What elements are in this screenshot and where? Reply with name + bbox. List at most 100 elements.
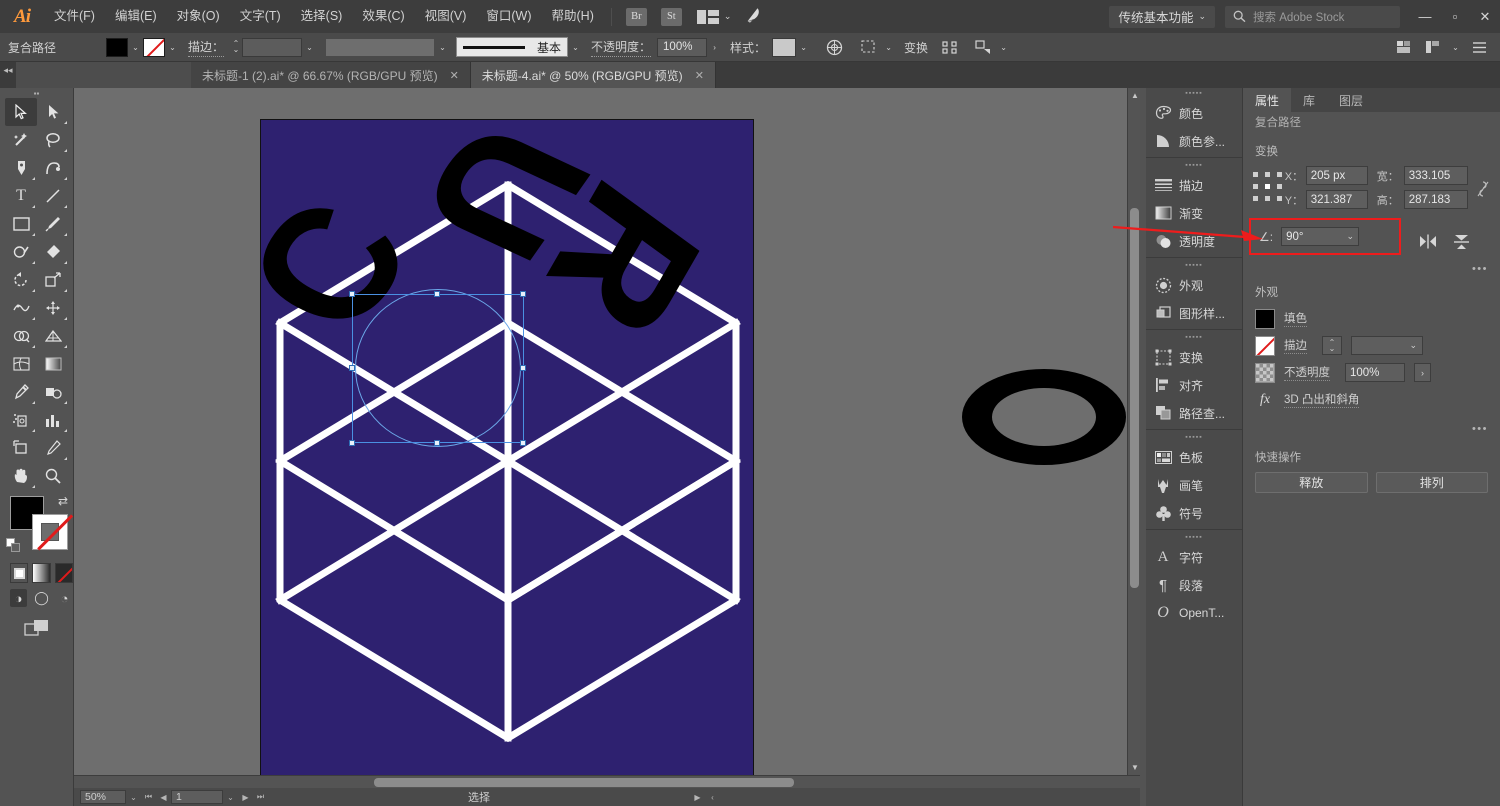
status-resize-icon[interactable]: ‹: [705, 789, 720, 805]
handle-bottom-center[interactable]: [434, 440, 440, 446]
vertical-scroll-thumb[interactable]: [1130, 208, 1139, 588]
handle-bottom-left[interactable]: [349, 440, 355, 446]
width-tool[interactable]: [5, 294, 37, 322]
panels-chevron-down-icon[interactable]: ⌄: [1448, 38, 1463, 57]
drawing-mode-behind-button[interactable]: ◯: [33, 589, 50, 607]
document-tab-1-close-icon[interactable]: ✕: [450, 69, 459, 82]
handle-top-right[interactable]: [520, 291, 526, 297]
stroke-profile-chevron-down-icon[interactable]: ⌄: [435, 38, 450, 57]
none-mode-button[interactable]: [54, 563, 73, 583]
opacity-input[interactable]: 100%: [657, 37, 708, 57]
blend-tool[interactable]: [37, 378, 69, 406]
height-input[interactable]: 287.183: [1403, 190, 1468, 209]
y-input[interactable]: 321.387: [1305, 190, 1368, 209]
artboard-tool[interactable]: [5, 434, 37, 462]
appearance-more-options-icon[interactable]: •••: [1243, 421, 1500, 435]
tab-libraries[interactable]: 库: [1291, 88, 1327, 112]
appearance-stroke-swatch[interactable]: [1255, 335, 1275, 356]
handle-top-left[interactable]: [349, 291, 355, 297]
stroke-profile-dropdown[interactable]: [325, 37, 436, 57]
bridge-icon[interactable]: Br: [625, 7, 647, 26]
default-fill-stroke-icon[interactable]: [6, 538, 22, 554]
gradient-mode-button[interactable]: [32, 563, 51, 583]
panel-menu-icon[interactable]: [1466, 35, 1492, 59]
panel-brushes[interactable]: 画笔: [1146, 471, 1242, 499]
curvature-tool[interactable]: [37, 154, 69, 182]
color-mode-button[interactable]: [10, 563, 29, 583]
constrain-proportions-icon[interactable]: [1476, 180, 1490, 198]
appearance-opacity-input[interactable]: 100%: [1345, 363, 1405, 382]
document-tab-2[interactable]: 未标题-4.ai* @ 50% (RGB/GPU 预览) ✕: [470, 62, 716, 88]
stroke-chevron-down-icon[interactable]: ⌄: [165, 38, 180, 57]
panel-color[interactable]: 颜色: [1146, 99, 1242, 127]
canvas-area[interactable]: C U R ▲ ▼: [74, 88, 1140, 788]
scroll-up-icon[interactable]: ▲: [1131, 91, 1139, 100]
appearance-stroke-weight-input[interactable]: ⌄: [1351, 336, 1423, 355]
x-input[interactable]: 205 px: [1305, 166, 1368, 185]
handle-middle-right[interactable]: [520, 365, 526, 371]
toolbar-grip[interactable]: ▪▪: [0, 88, 73, 98]
zoom-chevron-down-icon[interactable]: ⌄: [126, 789, 141, 805]
tab-properties[interactable]: 属性: [1243, 88, 1292, 112]
dock-group-grip-4[interactable]: ▪▪▪▪▪: [1146, 432, 1242, 443]
appearance-stroke-stepper[interactable]: ⌃ ⌄: [1322, 336, 1342, 355]
panel-graphic-styles[interactable]: 图形样...: [1146, 299, 1242, 327]
next-artboard-button[interactable]: ▶: [238, 789, 253, 805]
canvas-vertical-scrollbar[interactable]: ▲ ▼: [1127, 88, 1140, 788]
minimize-button[interactable]: —: [1410, 0, 1440, 33]
last-artboard-button[interactable]: ⏭: [253, 789, 268, 805]
panel-paragraph[interactable]: ¶ 段落: [1146, 571, 1242, 599]
selection-tool[interactable]: [5, 98, 37, 126]
slice-tool[interactable]: [37, 434, 69, 462]
artboard[interactable]: C U R: [205, 98, 754, 787]
workspace-switcher[interactable]: 传统基本功能 ⌄: [1109, 5, 1215, 28]
transform-more-options-icon[interactable]: •••: [1243, 261, 1500, 275]
type-tool[interactable]: T: [5, 182, 37, 210]
horizontal-scroll-thumb[interactable]: [374, 778, 794, 787]
paintbrush-tool[interactable]: [37, 210, 69, 238]
recolor-artwork-icon[interactable]: [821, 35, 847, 59]
selection-bounding-box[interactable]: [349, 291, 526, 446]
close-button[interactable]: ✕: [1470, 0, 1500, 33]
fill-color-swatch[interactable]: [106, 37, 128, 57]
panel-opentype[interactable]: O OpenT...: [1146, 599, 1242, 627]
artboard-number-input[interactable]: 1: [171, 790, 223, 804]
panel-symbols[interactable]: 符号: [1146, 499, 1242, 527]
column-graph-tool[interactable]: [37, 406, 69, 434]
first-artboard-button[interactable]: ⏮: [141, 789, 156, 805]
reference-point-selector[interactable]: [1253, 172, 1282, 202]
tab-layers[interactable]: 图层: [1327, 88, 1375, 112]
lasso-tool[interactable]: [37, 126, 69, 154]
scale-tool[interactable]: [37, 266, 69, 294]
document-tab-1[interactable]: 未标题-1 (2).ai* @ 66.67% (RGB/GPU 预览) ✕: [191, 62, 471, 88]
menu-view[interactable]: 视图(V): [415, 0, 477, 33]
stock-icon[interactable]: St: [660, 7, 682, 26]
document-setup-icon[interactable]: [1390, 35, 1416, 59]
width-input[interactable]: 333.105: [1403, 166, 1468, 185]
flip-vertical-button[interactable]: [1453, 234, 1470, 253]
menu-edit[interactable]: 编辑(E): [105, 0, 167, 33]
appearance-fill-swatch[interactable]: [1255, 308, 1275, 329]
stroke-weight-stepper[interactable]: ⌃ ⌄: [230, 40, 242, 54]
gradient-tool[interactable]: [37, 350, 69, 378]
menu-file[interactable]: 文件(F): [44, 0, 105, 33]
release-button[interactable]: 释放: [1255, 472, 1368, 493]
style-chevron-down-icon[interactable]: ⌄: [796, 38, 811, 57]
opacity-expand-icon[interactable]: ›: [707, 38, 722, 57]
menu-help[interactable]: 帮助(H): [542, 0, 604, 33]
appearance-effect-label[interactable]: 3D 凸出和斜角: [1284, 391, 1360, 408]
stroke-color-swatch[interactable]: [143, 37, 165, 57]
appearance-opacity-expand-icon[interactable]: ›: [1414, 363, 1431, 382]
menu-select[interactable]: 选择(S): [291, 0, 353, 33]
change-screen-mode-button[interactable]: [0, 619, 73, 637]
rectangle-tool[interactable]: [5, 210, 37, 238]
select-similar-chevron-down-icon[interactable]: ⌄: [881, 38, 896, 57]
stroke-swatch[interactable]: [32, 514, 68, 550]
dock-group-grip-0[interactable]: ▪▪▪▪▪: [1146, 88, 1242, 99]
drawing-mode-normal-button[interactable]: ◑: [10, 589, 27, 607]
artboard-chevron-down-icon[interactable]: ⌄: [996, 38, 1011, 57]
rotation-angle-input[interactable]: 90° ⌄: [1281, 227, 1360, 246]
swap-fill-stroke-icon[interactable]: ⇄: [58, 494, 68, 508]
status-menu-icon[interactable]: ▶: [690, 789, 705, 805]
arrange-documents-icon[interactable]: [696, 9, 719, 24]
